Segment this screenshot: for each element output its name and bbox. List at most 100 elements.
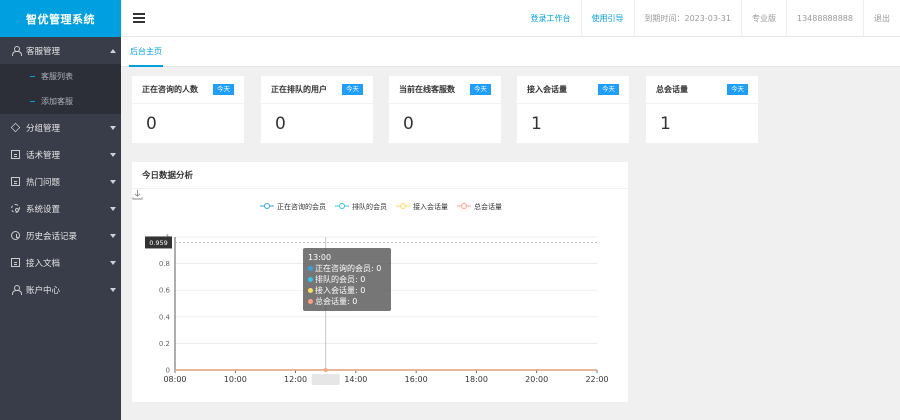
card-title: 接入会话量	[527, 85, 567, 94]
sidebar-item-docs[interactable]: 接入文档	[0, 249, 121, 276]
stat-card-consulting: 正在咨询的人数 今天 0	[132, 76, 244, 143]
x-tick-label: 20:00	[525, 375, 548, 384]
brand-logo: 智优管理系统	[0, 0, 121, 37]
y-tick-label: 0.8	[159, 260, 170, 268]
sidebar-subitem-label: 客服列表	[41, 72, 73, 81]
plan-label: 专业版	[752, 14, 776, 23]
sidebar-item-label: 系统设置	[26, 204, 61, 215]
tooltip-row-label: 总会话量: 0	[315, 297, 358, 306]
legend-label: 接入会话量	[413, 202, 448, 211]
legend-marker	[264, 203, 270, 209]
x-tick-label: 22:00	[585, 375, 608, 384]
card-title: 正在咨询的人数	[142, 85, 198, 94]
legend-dot-icon	[308, 299, 313, 304]
download-icon[interactable]	[132, 189, 143, 200]
legend-marker	[339, 203, 345, 209]
sidebar-item-label: 历史会话记录	[26, 231, 78, 242]
tooltip-row: 正在咨询的会员: 0	[308, 263, 386, 274]
sidebar-item-settings[interactable]: 系统设置	[0, 195, 121, 222]
gear-icon	[11, 204, 20, 213]
stat-card-online-agents: 当前在线客服数 今天 0	[389, 76, 501, 143]
card-title: 总会话量	[656, 85, 688, 94]
x-tick-label: 18:00	[465, 375, 488, 384]
chart-tooltip: 13:00 正在咨询的会员: 0 排队的会员: 0 接入会话量: 0 总会话量:…	[303, 248, 391, 311]
expiry-date: 到期时间：2023-03-31	[644, 14, 732, 23]
submenu: 客服列表 添加客服	[0, 64, 121, 114]
tooltip-row-label: 正在咨询的会员: 0	[315, 264, 382, 273]
legend-label: 正在咨询的会员	[277, 202, 326, 211]
card-value: 1	[660, 114, 671, 134]
dash-icon	[30, 100, 35, 103]
chevron-down-icon	[110, 261, 116, 265]
sidebar-item-customer-service[interactable]: 客服管理	[0, 37, 121, 64]
x-tick-label: 12:00	[284, 375, 307, 384]
tooltip-row-label: 接入会话量: 0	[315, 286, 366, 295]
today-badge: 今天	[342, 84, 363, 95]
top-header: 登录工作台 使用引导 到期时间：2023-03-31 专业版 134888888…	[121, 0, 900, 37]
stat-card-queue: 正在排队的用户 今天 0	[261, 76, 373, 143]
legend-label: 总会话量	[474, 202, 502, 211]
legend-label: 排队的会员	[352, 202, 387, 211]
sidebar-item-label: 分组管理	[26, 123, 61, 134]
sidebar-subitem-add-service[interactable]: 添加客服	[0, 89, 121, 114]
tooltip-row-label: 排队的会员: 0	[315, 275, 366, 284]
document-icon	[11, 258, 20, 267]
y-tick-label: 0.2	[159, 340, 170, 348]
document-icon	[11, 177, 20, 186]
sidebar: 智优管理系统 客服管理 客服列表 添加客服 分组管理 话术管理 热门问题 系统设…	[0, 0, 121, 420]
y-tick-label: 0.6	[159, 287, 171, 295]
today-badge: 今天	[470, 84, 491, 95]
stat-card-accepted-sessions: 接入会话量 今天 1	[517, 76, 629, 143]
sidebar-item-account[interactable]: 账户中心	[0, 276, 121, 303]
legend-dot-icon	[308, 266, 313, 271]
account-phone[interactable]: 13488888888	[787, 0, 863, 37]
sidebar-item-label: 接入文档	[26, 258, 61, 269]
legend-marker	[400, 203, 406, 209]
tooltip-title: 13:00	[308, 253, 332, 262]
menu-toggle-icon[interactable]	[133, 13, 145, 23]
chevron-down-icon	[110, 207, 116, 211]
x-tick-label: 10:00	[224, 375, 247, 384]
document-icon	[11, 150, 20, 159]
sidebar-item-groups[interactable]: 分组管理	[0, 114, 121, 141]
legend-marker	[461, 203, 467, 209]
user-icon	[11, 46, 22, 56]
logout-button[interactable]: 退出	[864, 0, 900, 37]
sidebar-menu: 客服管理 客服列表 添加客服 分组管理 话术管理 热门问题 系统设置 历史会话记…	[0, 37, 121, 303]
sidebar-item-label: 客服管理	[26, 46, 61, 57]
legend-dot-icon	[308, 277, 313, 282]
usage-guide-link[interactable]: 使用引导	[582, 0, 634, 37]
panel-title: 今日数据分析	[132, 162, 628, 189]
card-title: 当前在线客服数	[399, 85, 455, 94]
tooltip-row: 接入会话量: 0	[308, 285, 386, 296]
sidebar-item-scripts[interactable]: 话术管理	[0, 141, 121, 168]
sidebar-item-history[interactable]: 历史会话记录	[0, 222, 121, 249]
tab-home[interactable]: 后台主页	[129, 37, 163, 67]
y-tick-label: 0	[166, 367, 170, 375]
y-tick-label: 0.4	[159, 313, 171, 321]
card-value: 0	[403, 114, 414, 134]
sidebar-subitem-service-list[interactable]: 客服列表	[0, 64, 121, 89]
today-badge: 今天	[213, 84, 234, 95]
chevron-up-icon	[110, 49, 116, 53]
card-value: 0	[275, 114, 286, 134]
x-tick-label: 08:00	[163, 375, 186, 384]
card-value: 1	[531, 114, 542, 134]
tab-bar: 后台主页	[121, 37, 900, 67]
card-title: 正在排队的用户	[271, 85, 327, 94]
workbench-login-link[interactable]: 登录工作台	[521, 0, 581, 37]
chevron-down-icon	[110, 126, 116, 130]
pointer-x-box	[311, 374, 340, 385]
sidebar-item-label: 话术管理	[26, 150, 61, 161]
x-tick-label: 14:00	[344, 375, 367, 384]
clock-icon	[11, 231, 20, 240]
sidebar-item-label: 账户中心	[26, 285, 61, 296]
chevron-down-icon	[110, 180, 116, 184]
dash-icon	[30, 75, 35, 78]
tooltip-row: 排队的会员: 0	[308, 274, 386, 285]
today-badge: 今天	[727, 84, 748, 95]
stat-card-total-sessions: 总会话量 今天 1	[646, 76, 758, 143]
sidebar-item-hot-questions[interactable]: 热门问题	[0, 168, 121, 195]
today-badge: 今天	[598, 84, 619, 95]
tooltip-row: 总会话量: 0	[308, 296, 386, 307]
